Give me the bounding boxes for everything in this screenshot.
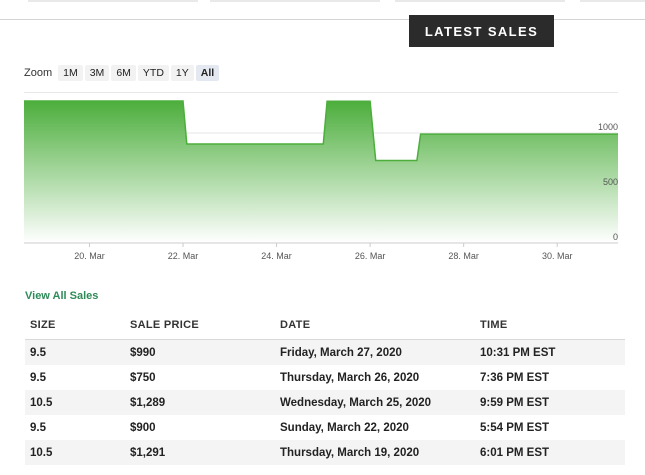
- cell-time: 10:31 PM EST: [480, 346, 556, 359]
- cell-time: 6:01 PM EST: [480, 446, 550, 459]
- zoom-divider: [24, 92, 618, 93]
- top-tab-3[interactable]: [395, 0, 565, 2]
- table-row: 10.5 $1,289 Wednesday, March 25, 2020 9:…: [25, 390, 625, 415]
- cell-size: 9.5: [30, 421, 46, 434]
- table-row: 9.5 $990 Friday, March 27, 2020 10:31 PM…: [25, 340, 625, 365]
- sales-price-chart[interactable]: 20. Mar 22. Mar 24. Mar 26. Mar 28. Mar 30. M…: [0, 100, 645, 265]
- table-row: 10.5 $1,291 Thursday, March 19, 2020 6:0…: [25, 440, 625, 465]
- cell-time: 7:36 PM EST: [480, 371, 550, 384]
- x-tick-label: 28. Mar: [448, 251, 479, 261]
- cell-time: 9:59 PM EST: [480, 396, 550, 409]
- x-tick-label: 22. Mar: [168, 251, 199, 261]
- table-row: 9.5 $750 Thursday, March 26, 2020 7:36 P…: [25, 365, 625, 390]
- chart-area-series[interactable]: [24, 101, 618, 243]
- zoom-1m-button[interactable]: 1M: [58, 65, 83, 81]
- cell-price: $1,291: [130, 446, 166, 459]
- y-tick-label: 0: [613, 232, 618, 242]
- cell-price: $990: [130, 346, 156, 359]
- header-size[interactable]: SIZE: [25, 319, 130, 331]
- cell-size: 9.5: [30, 371, 46, 384]
- cell-size: 9.5: [30, 346, 46, 359]
- zoom-bar: Zoom 1M 3M 6M YTD 1Y All: [24, 64, 221, 82]
- cell-date: Friday, March 27, 2020: [280, 346, 402, 359]
- cell-price: $900: [130, 421, 156, 434]
- x-tick-label: 30. Mar: [542, 251, 573, 261]
- cell-date: Sunday, March 22, 2020: [280, 421, 409, 434]
- cell-price: $750: [130, 371, 156, 384]
- zoom-3m-button[interactable]: 3M: [84, 65, 110, 81]
- header-time[interactable]: TIME: [480, 319, 625, 331]
- table-header: SIZE SALE PRICE DATE TIME: [25, 311, 625, 340]
- top-tab-1[interactable]: [28, 0, 198, 2]
- latest-sales-badge: LATEST SALES: [409, 15, 554, 47]
- cell-date: Wednesday, March 25, 2020: [280, 396, 432, 409]
- y-tick-label: 1000: [598, 122, 618, 132]
- x-tick-label: 20. Mar: [74, 251, 105, 261]
- header-sale-price[interactable]: SALE PRICE: [130, 319, 280, 331]
- x-tick-label: 24. Mar: [261, 251, 292, 261]
- zoom-ytd-button[interactable]: YTD: [137, 65, 169, 81]
- top-tab-2[interactable]: [210, 0, 380, 2]
- cell-time: 5:54 PM EST: [480, 421, 550, 434]
- zoom-label: Zoom: [24, 67, 53, 79]
- cell-date: Thursday, March 26, 2020: [280, 371, 420, 384]
- cell-size: 10.5: [30, 446, 53, 459]
- header-date[interactable]: DATE: [280, 319, 480, 331]
- zoom-all-button[interactable]: All: [195, 65, 220, 81]
- x-tick-label: 26. Mar: [355, 251, 386, 261]
- sales-table: SIZE SALE PRICE DATE TIME 9.5 $990 Frida…: [25, 311, 625, 465]
- view-all-sales-link[interactable]: View All Sales: [25, 290, 98, 302]
- top-tab-4[interactable]: [580, 0, 645, 2]
- table-row: 9.5 $900 Sunday, March 22, 2020 5:54 PM …: [25, 415, 625, 440]
- cell-date: Thursday, March 19, 2020: [280, 446, 420, 459]
- zoom-1y-button[interactable]: 1Y: [170, 65, 194, 81]
- zoom-6m-button[interactable]: 6M: [111, 65, 136, 81]
- cell-price: $1,289: [130, 396, 166, 409]
- cell-size: 10.5: [30, 396, 53, 409]
- y-tick-label: 500: [603, 177, 618, 187]
